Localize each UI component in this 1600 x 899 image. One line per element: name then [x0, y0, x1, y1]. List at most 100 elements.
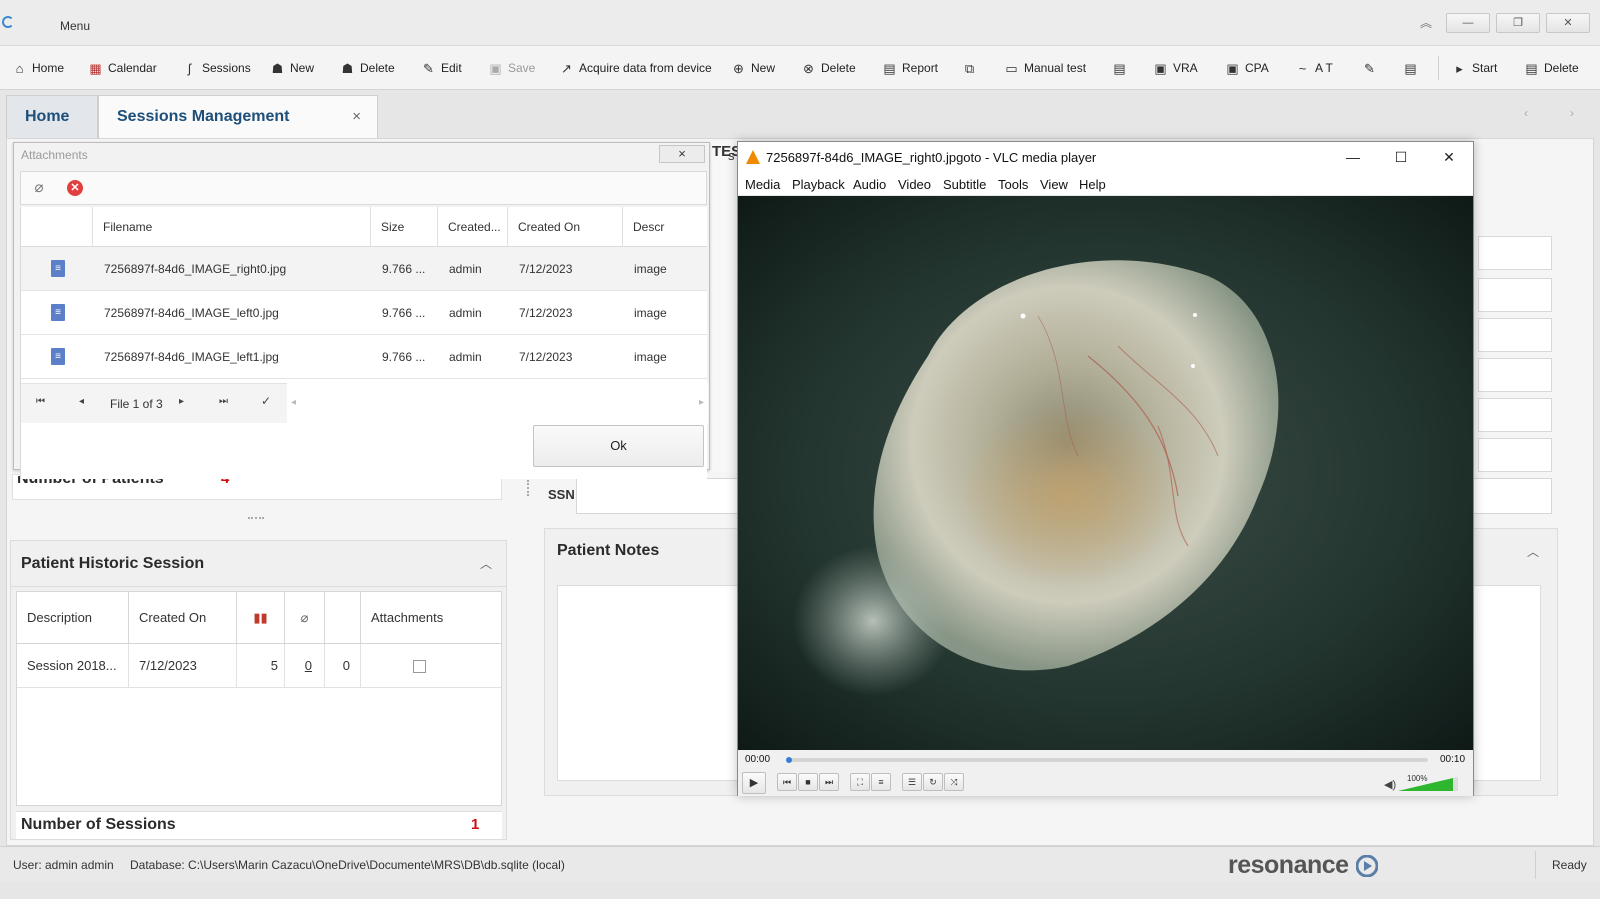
attachments-close-button[interactable]: × [659, 145, 705, 163]
home-button[interactable]: ⌂ Home [12, 58, 64, 78]
attachments-checkbox[interactable] [413, 660, 426, 674]
delete-session-button[interactable]: ⊗ Delete [801, 58, 856, 78]
scroll-right-icon[interactable]: ▸ [699, 397, 704, 408]
table-row[interactable]: ≡ 7256897f-84d6_IMAGE_right0.jpg 9.766 .… [21, 247, 707, 291]
detail-field[interactable] [1478, 318, 1552, 352]
col-description[interactable]: Description [17, 592, 129, 644]
tools-button[interactable]: ✎ [1362, 58, 1377, 78]
delete-test-button[interactable]: ▤ Delete [1524, 58, 1578, 78]
vlc-menu-help[interactable]: Help [1079, 177, 1106, 192]
col-attachments[interactable]: Attachments [361, 592, 503, 644]
paperclip-icon[interactable]: ⌀ [285, 592, 325, 644]
cpa-button[interactable]: ▣ CPA [1225, 58, 1268, 78]
tab-prev-icon[interactable]: ‹ [1524, 106, 1528, 120]
tab-home[interactable]: Home [6, 95, 98, 138]
vlc-play-button[interactable]: ▶ [742, 772, 766, 794]
vlc-menu-video[interactable]: Video [898, 177, 931, 192]
confirm-icon[interactable]: ✓ [261, 394, 271, 408]
vlc-volume-slider[interactable] [1398, 777, 1458, 791]
table-row[interactable]: ≡ 7256897f-84d6_IMAGE_left1.jpg 9.766 ..… [21, 335, 707, 379]
detail-field[interactable] [1478, 358, 1552, 392]
vlc-shuffle-button[interactable]: ⤨ [944, 773, 964, 791]
collapse-historic-icon[interactable]: ︿ [480, 555, 492, 572]
col-filename[interactable]: Filename [93, 207, 371, 247]
copy-button[interactable]: ⧉ [962, 58, 977, 78]
collapse-ribbon-icon[interactable]: ︽ [1420, 14, 1432, 31]
new-patient-button[interactable]: ☗ New [270, 58, 314, 78]
delete-patient-button[interactable]: ☗ Delete [340, 58, 395, 78]
col-created-on[interactable]: Created On [508, 207, 623, 247]
calendar-icon: ▦ [89, 60, 102, 76]
vlc-next-button[interactable]: ⏭ [819, 773, 839, 791]
menu-label[interactable]: Menu [60, 19, 90, 33]
horizontal-scrollbar[interactable]: ◂ ▸ [287, 383, 708, 423]
vlc-menu-tools[interactable]: Tools [998, 177, 1028, 192]
tab-sessions-management[interactable]: Sessions Management × [98, 95, 378, 139]
start-button[interactable]: ▸ Start [1452, 58, 1497, 78]
vlc-maximize-icon[interactable]: ☐ [1386, 146, 1416, 170]
vlc-minimize-icon[interactable]: — [1338, 146, 1368, 170]
vlc-menu-view[interactable]: View [1040, 177, 1068, 192]
new-session-button[interactable]: ⊕ New [731, 58, 775, 78]
close-tab-icon[interactable]: × [352, 96, 361, 138]
col-created-on[interactable]: Created On [129, 592, 237, 644]
report-button[interactable]: ▤ Report [882, 58, 938, 78]
vlc-playlist-button[interactable]: ☰ [902, 773, 922, 791]
detail-field[interactable] [1478, 236, 1552, 270]
col-created-by[interactable]: Created... [438, 207, 508, 247]
vlc-extended-settings-button[interactable]: ≡ [871, 773, 891, 791]
next-record-icon[interactable]: ▸ [179, 396, 184, 407]
minimize-button[interactable]: — [1446, 13, 1490, 33]
edit-button[interactable]: ✎ Edit [421, 58, 462, 78]
calendar-button[interactable]: ▦ Calendar [88, 58, 156, 78]
vlc-video-frame[interactable] [738, 196, 1473, 750]
acquire-data-button[interactable]: ↗ Acquire data from device [559, 58, 712, 78]
vlc-seek-bar[interactable] [786, 757, 1428, 763]
vlc-menu-media[interactable]: Media [745, 177, 780, 192]
vertical-splitter[interactable] [527, 480, 529, 496]
at-button[interactable]: ~ A T [1295, 58, 1333, 78]
vlc-menu-audio[interactable]: Audio [853, 177, 886, 192]
vlc-close-icon[interactable]: ✕ [1434, 146, 1464, 170]
vlc-prev-button[interactable]: ⏮ [777, 773, 797, 791]
prev-record-icon[interactable]: ◂ [79, 396, 84, 407]
wrench-icon: ✎ [1364, 60, 1375, 76]
cell-attachment-link[interactable]: 0 [285, 644, 325, 688]
detail-field[interactable] [1478, 278, 1552, 312]
scroll-left-icon[interactable]: ◂ [291, 397, 296, 408]
vlc-menu-playback[interactable]: Playback [792, 177, 845, 192]
record-navigator: ⏮ ◂ File 1 of 3 ▸ ⏭ ✓ [21, 383, 287, 423]
settings-doc-button[interactable]: ▤ [1403, 58, 1418, 78]
save-button[interactable]: ▣ Save [488, 58, 535, 78]
ok-button[interactable]: Ok [533, 425, 704, 467]
col-descr[interactable]: Descr [623, 207, 708, 247]
vlc-seek-knob[interactable] [786, 757, 792, 763]
close-app-button[interactable]: ✕ [1546, 13, 1590, 33]
restore-button[interactable]: ❐ [1496, 13, 1540, 33]
vlc-volume-icon[interactable]: ◀) [1384, 778, 1396, 791]
document-button[interactable]: ▤ [1112, 58, 1127, 78]
sessions-button[interactable]: ʃ Sessions [182, 58, 251, 78]
detail-field[interactable] [1478, 438, 1552, 472]
col-blank[interactable] [325, 592, 361, 644]
table-row[interactable]: ≡ 7256897f-84d6_IMAGE_left0.jpg 9.766 ..… [21, 291, 707, 335]
collapse-notes-icon[interactable]: ︿ [1527, 543, 1539, 560]
manual-test-button[interactable]: ▭ Manual test [1004, 58, 1086, 78]
remove-attachment-icon[interactable]: ✕ [67, 180, 83, 196]
user-delete-icon: ☗ [341, 60, 354, 76]
vra-button[interactable]: ▣ VRA [1153, 58, 1197, 78]
detail-field[interactable] [1478, 398, 1552, 432]
vlc-loop-button[interactable]: ↻ [923, 773, 943, 791]
first-record-icon[interactable]: ⏮ [36, 396, 45, 407]
horizontal-splitter[interactable] [248, 517, 264, 519]
table-row[interactable]: Session 2018... 7/12/2023 5 0 0 [17, 644, 501, 688]
vlc-fullscreen-button[interactable]: ⛶ [850, 773, 870, 791]
col-size[interactable]: Size [371, 207, 438, 247]
chart-icon[interactable]: ▮▮ [237, 592, 285, 644]
vra-icon: ▣ [1154, 60, 1167, 76]
tab-next-icon[interactable]: › [1570, 106, 1574, 120]
last-record-icon[interactable]: ⏭ [219, 396, 228, 407]
vlc-menu-subtitle[interactable]: Subtitle [943, 177, 986, 192]
vlc-stop-button[interactable]: ■ [798, 773, 818, 791]
attach-file-icon[interactable]: ⌀ [29, 178, 49, 198]
